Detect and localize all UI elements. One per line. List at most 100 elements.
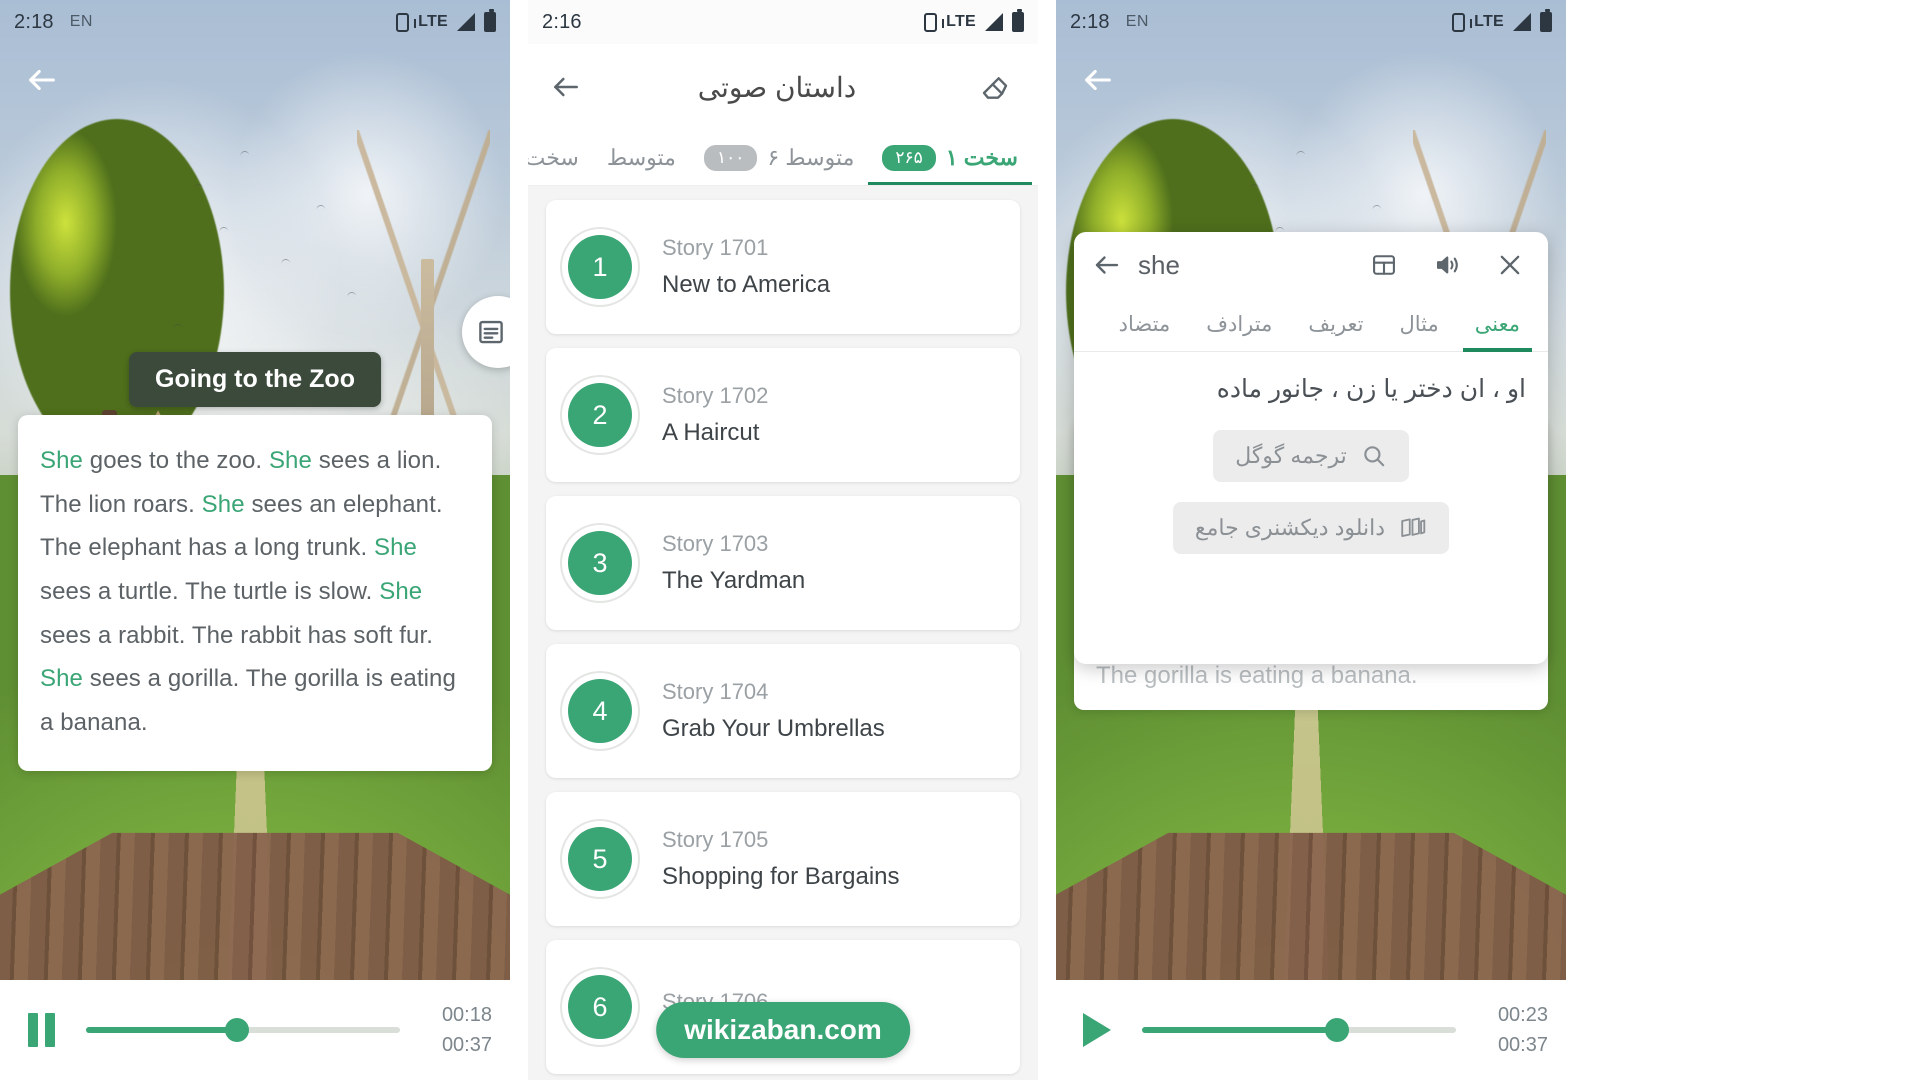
speaker-icon [1437, 256, 1458, 274]
story-id: Story 1702 [662, 383, 769, 408]
story-id: Story 1703 [662, 531, 769, 556]
network-type-label: LTE [418, 13, 448, 30]
clear-history-button[interactable] [972, 65, 1016, 109]
story-list[interactable]: 1 Story 1701 New to America 2 Story 1702 A Ha… [528, 186, 1038, 1080]
panel-dictionary: 2:18 EN LTE The gorilla is eating a bana… [1056, 0, 1566, 1080]
difficulty-tab[interactable]: متوسط ۶ ۱۰۰ [690, 130, 868, 185]
dictionary-back-button[interactable] [1092, 250, 1122, 280]
signal-icon [1513, 13, 1531, 31]
story-list-item[interactable]: 1 Story 1701 New to America [546, 200, 1020, 334]
back-arrow-icon [1095, 256, 1119, 274]
story-name: Grab Your Umbrellas [662, 715, 885, 742]
dictionary-popup: she معنی مثال تعریف مترادف متضاد او ، ان… [1074, 232, 1548, 664]
pronounce-button[interactable] [1424, 251, 1474, 279]
story-name: New to America [662, 271, 831, 298]
difficulty-tab[interactable]: متوسط [593, 130, 690, 185]
slider-knob[interactable] [1324, 1018, 1349, 1042]
highlighted-word[interactable]: She [40, 447, 83, 474]
story-text-run: sees a turtle. The turtle is slow. [40, 578, 380, 606]
back-button-panel1[interactable] [20, 58, 64, 102]
story-name: Shopping for Bargains [662, 863, 900, 890]
panel-reader: 2:18 EN LTE Going to the Zoo She goes to… [0, 0, 510, 1080]
status-language: EN [69, 13, 93, 30]
difficulty-tab-count: ۲۶۵ [882, 144, 936, 171]
battery-icon [1012, 9, 1024, 32]
dictionary-tab[interactable]: مترادف [1188, 298, 1290, 352]
dictionary-tab[interactable]: معنی [1457, 298, 1538, 352]
dictionary-tab[interactable]: متضاد [1101, 298, 1189, 352]
difficulty-tab[interactable]: سخت ۱ ۲۶۵ [868, 130, 1032, 185]
battery-icon [1540, 9, 1552, 32]
dictionary-tabs[interactable]: معنی مثال تعریف مترادف متضاد [1074, 298, 1548, 352]
difficulty-tab-count: ۱۰۰ [703, 144, 758, 171]
story-name: A Haircut [662, 419, 760, 446]
difficulty-tab[interactable]: سخت ۲۱۰۰ [528, 130, 593, 185]
audio-time-panel1: 00:18 00:37 [422, 1000, 492, 1060]
story-title-chip: Going to the Zoo [129, 352, 381, 407]
elapsed-time: 00:23 [1497, 1004, 1548, 1026]
close-dictionary-button[interactable] [1490, 251, 1530, 279]
status-language: EN [1125, 13, 1149, 30]
vibrate-icon [396, 12, 417, 32]
back-arrow-icon [1085, 69, 1111, 91]
story-id: Story 1705 [662, 827, 769, 852]
story-number-badge: 1 [568, 235, 632, 299]
audio-player-panel1: 00:18 00:37 [0, 980, 510, 1080]
elapsed-time: 00:18 [441, 1004, 492, 1026]
story-list-item[interactable]: 2 Story 1702 A Haircut [546, 348, 1020, 482]
three-panel-screenshot: 2:18 EN LTE Going to the Zoo She goes to… [0, 0, 1920, 1080]
highlighted-word[interactable]: She [379, 578, 422, 605]
play-icon [1083, 1013, 1111, 1047]
story-paragraph[interactable]: She goes to the zoo. She sees a lion. Th… [40, 439, 470, 745]
highlighted-word[interactable]: She [269, 447, 312, 474]
panel-story-list: 2:16 LTE داستان صوتی سخت ۱ ۲۶۵ متوسط ۶ ۱… [528, 0, 1038, 1080]
difficulty-tabs[interactable]: سخت ۱۲۶۵متوسط ۶۱۰۰متوسطسخت ۲۱۰۰۱۵۵ [528, 130, 1038, 186]
difficulty-tab-label: سخت ۱ [945, 144, 1018, 170]
status-bar-panel1: 2:18 EN LTE [0, 0, 510, 44]
signal-icon [457, 13, 475, 31]
story-text-card: She goes to the zoo. She sees a lion. Th… [18, 415, 492, 771]
story-list-item[interactable]: 4 Story 1704 Grab Your Umbrellas [546, 644, 1020, 778]
google-translate-label: ترجمه گوگل [1235, 443, 1347, 468]
dictionary-tab[interactable]: مثال [1382, 298, 1457, 352]
close-icon [1500, 255, 1520, 275]
slider-knob[interactable] [224, 1018, 249, 1042]
story-list-item[interactable]: 3 Story 1703 The Yardman [546, 496, 1020, 630]
difficulty-tab-label: سخت ۲ [528, 144, 579, 170]
story-number-badge: 6 [568, 975, 632, 1039]
battery-icon [484, 9, 496, 32]
difficulty-tab-label: متوسط ۶ [767, 144, 855, 170]
app-bar-panel2: داستان صوتی [528, 44, 1038, 130]
status-bar-panel3: 2:18 EN LTE [1056, 0, 1566, 44]
audio-time-panel3: 00:23 00:37 [1478, 1000, 1548, 1060]
story-list-item[interactable]: 5 Story 1705 Shopping for Bargains [546, 792, 1020, 926]
story-paragraph-tail: The gorilla is eating a banana. [1096, 662, 1418, 689]
save-icon [1373, 255, 1395, 275]
dictionary-header: she [1074, 232, 1548, 298]
highlighted-word[interactable]: She [202, 491, 245, 518]
highlighted-word[interactable]: She [374, 534, 417, 561]
audio-progress-slider-panel3[interactable] [1142, 1018, 1456, 1042]
back-arrow-icon [29, 69, 55, 91]
download-dictionary-button[interactable]: دانلود دیکشنری جامع [1172, 502, 1450, 554]
save-word-button[interactable] [1360, 251, 1408, 279]
dictionary-tab[interactable]: تعریف [1290, 298, 1381, 352]
back-button-panel3[interactable] [1076, 58, 1120, 102]
download-dictionary-label: دانلود دیکشنری جامع [1194, 515, 1386, 540]
vibrate-icon [924, 12, 945, 32]
page-title: داستان صوتی [697, 71, 857, 103]
difficulty-tab-label: متوسط [606, 144, 676, 170]
story-number-badge: 5 [568, 827, 632, 891]
story-number-badge: 4 [568, 679, 632, 743]
signal-icon [985, 13, 1003, 31]
audio-progress-slider-panel1[interactable] [86, 1018, 400, 1042]
highlighted-word[interactable]: She [40, 665, 83, 692]
dictionary-body: او ، ان دختر یا زن ، جانور ماده ترجمه گو… [1074, 352, 1548, 554]
pause-button-panel1[interactable] [18, 1007, 64, 1053]
back-button-panel2[interactable] [550, 71, 582, 103]
total-time: 00:37 [1497, 1034, 1548, 1056]
story-id: Story 1704 [662, 679, 769, 704]
google-translate-button[interactable]: ترجمه گوگل [1213, 430, 1409, 482]
play-button-panel3[interactable] [1074, 1007, 1120, 1053]
audio-player-panel3: 00:23 00:37 [1056, 980, 1566, 1080]
